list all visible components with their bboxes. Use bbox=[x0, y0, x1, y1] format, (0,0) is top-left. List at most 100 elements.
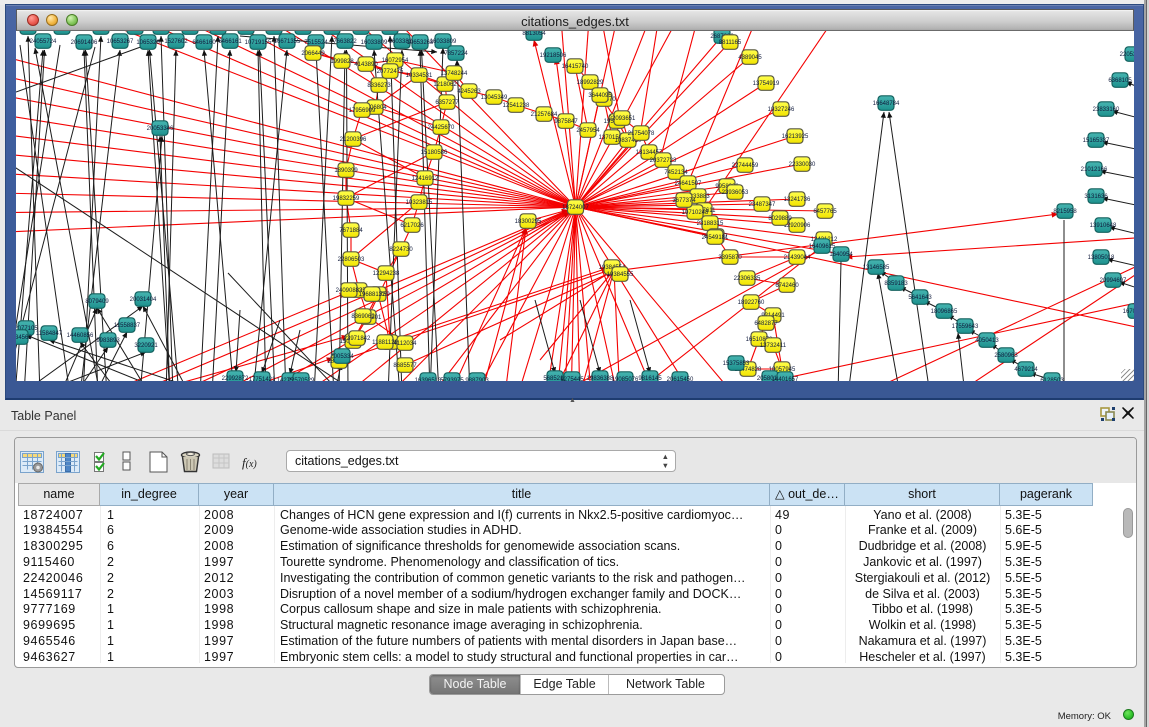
svg-text:20691406: 20691406 bbox=[71, 40, 98, 46]
svg-text:17956909: 17956909 bbox=[349, 108, 376, 114]
svg-text:21012166: 21012166 bbox=[1081, 167, 1108, 173]
svg-text:7857224: 7857224 bbox=[444, 51, 468, 57]
svg-text:14401657: 14401657 bbox=[772, 377, 799, 381]
svg-text:15180586: 15180586 bbox=[421, 150, 448, 156]
svg-text:6466160: 6466160 bbox=[192, 40, 216, 46]
svg-text:8336273: 8336273 bbox=[367, 83, 391, 89]
svg-text:2005334: 2005334 bbox=[330, 354, 354, 360]
svg-text:12416912: 12416912 bbox=[412, 176, 439, 182]
svg-text:9816145: 9816145 bbox=[638, 376, 662, 381]
svg-text:19688132: 19688132 bbox=[359, 292, 386, 298]
svg-text:6482877: 6482877 bbox=[754, 321, 778, 327]
svg-text:8134562: 8134562 bbox=[16, 335, 32, 341]
svg-text:20372723: 20372723 bbox=[650, 158, 677, 164]
svg-text:13146585: 13146585 bbox=[863, 265, 890, 271]
svg-text:2580963: 2580963 bbox=[994, 353, 1018, 359]
svg-text:24055724: 24055724 bbox=[30, 39, 57, 45]
svg-text:2066449: 2066449 bbox=[301, 51, 325, 57]
svg-text:13732411: 13732411 bbox=[760, 343, 787, 349]
svg-text:7515524: 7515524 bbox=[304, 40, 328, 46]
svg-text:19085076: 19085076 bbox=[612, 377, 639, 381]
svg-text:6357277: 6357277 bbox=[435, 100, 459, 106]
svg-text:16705148: 16705148 bbox=[1123, 309, 1134, 315]
svg-text:17559643: 17559643 bbox=[952, 324, 979, 330]
svg-text:13241736: 13241736 bbox=[784, 197, 811, 203]
svg-text:16072954: 16072954 bbox=[382, 58, 409, 64]
svg-text:3677374: 3677374 bbox=[672, 198, 696, 204]
svg-text:24549181: 24549181 bbox=[702, 235, 729, 241]
svg-text:23833160: 23833160 bbox=[1093, 107, 1120, 113]
svg-text:11584847: 11584847 bbox=[36, 331, 63, 337]
svg-text:18922760: 18922760 bbox=[738, 300, 765, 306]
svg-text:21200396: 21200396 bbox=[340, 137, 367, 143]
svg-text:2457954: 2457954 bbox=[576, 128, 600, 134]
svg-text:4143890: 4143890 bbox=[354, 62, 378, 68]
svg-text:13045349: 13045349 bbox=[481, 95, 508, 101]
svg-text:10323815: 10323815 bbox=[406, 200, 433, 206]
svg-text:f(x): f(x) bbox=[242, 455, 257, 470]
svg-text:15375853: 15375853 bbox=[723, 361, 750, 367]
svg-text:20053346: 20053346 bbox=[147, 126, 174, 132]
svg-text:22093651: 22093651 bbox=[609, 116, 636, 122]
svg-text:1640954: 1640954 bbox=[829, 252, 853, 258]
svg-text:16415740: 16415740 bbox=[562, 64, 589, 70]
svg-text:4050413: 4050413 bbox=[975, 338, 999, 344]
svg-text:3644095: 3644095 bbox=[588, 93, 612, 99]
svg-text:20772475: 20772475 bbox=[377, 69, 404, 75]
svg-text:1065326: 1065326 bbox=[136, 40, 160, 46]
svg-text:6457765: 6457765 bbox=[813, 209, 837, 215]
svg-text:17751421: 17751421 bbox=[249, 377, 276, 381]
svg-text:6742460: 6742460 bbox=[775, 283, 799, 289]
svg-text:13910648: 13910648 bbox=[1090, 223, 1117, 229]
svg-text:12294238: 12294238 bbox=[373, 271, 400, 277]
svg-text:1527602: 1527602 bbox=[164, 39, 188, 45]
svg-text:6217026: 6217026 bbox=[400, 223, 424, 229]
svg-text:10327246: 10327246 bbox=[768, 107, 795, 113]
svg-text:16033809: 16033809 bbox=[361, 40, 388, 46]
svg-text:3395870: 3395870 bbox=[718, 255, 742, 261]
svg-text:24425670: 24425670 bbox=[428, 125, 455, 131]
svg-text:22992872: 22992872 bbox=[222, 376, 249, 381]
svg-text:23971842: 23971842 bbox=[344, 336, 371, 342]
svg-text:16033809: 16033809 bbox=[430, 39, 457, 45]
svg-text:8685577: 8685577 bbox=[393, 363, 417, 369]
svg-text:21257684: 21257684 bbox=[531, 112, 558, 118]
svg-text:23487347: 23487347 bbox=[749, 202, 776, 208]
svg-text:16409615: 16409615 bbox=[809, 244, 836, 250]
svg-text:16396513: 16396513 bbox=[415, 378, 442, 381]
svg-text:1999828: 1999828 bbox=[330, 59, 354, 65]
svg-text:20031404: 20031404 bbox=[130, 297, 157, 303]
svg-text:10653267: 10653267 bbox=[107, 39, 134, 45]
svg-text:4679214: 4679214 bbox=[1014, 367, 1038, 373]
svg-text:8813054: 8813054 bbox=[522, 31, 546, 37]
svg-text:7663822: 7663822 bbox=[333, 39, 357, 45]
svg-text:3220921: 3220921 bbox=[134, 343, 158, 349]
svg-text:16671355: 16671355 bbox=[274, 39, 301, 45]
svg-text:18096865: 18096865 bbox=[931, 309, 958, 315]
svg-text:3131636: 3131636 bbox=[1084, 194, 1108, 200]
svg-text:6128503: 6128503 bbox=[1040, 378, 1064, 381]
svg-text:1218062: 1218062 bbox=[433, 82, 457, 88]
svg-text:24641507: 24641507 bbox=[675, 181, 702, 187]
svg-text:19218506: 19218506 bbox=[540, 53, 567, 59]
svg-text:16648784: 16648784 bbox=[873, 101, 900, 107]
svg-text:5641643: 5641643 bbox=[908, 295, 932, 301]
svg-text:13748244: 13748244 bbox=[441, 71, 468, 77]
svg-text:8359183: 8359183 bbox=[884, 281, 908, 287]
svg-text:10719155: 10719155 bbox=[245, 40, 272, 46]
svg-text:22306335: 22306335 bbox=[734, 276, 761, 282]
svg-text:1890399: 1890399 bbox=[334, 168, 358, 174]
svg-text:13754919: 13754919 bbox=[753, 81, 780, 87]
svg-text:14460856: 14460856 bbox=[67, 333, 94, 339]
svg-text:19832259: 19832259 bbox=[333, 196, 360, 202]
svg-text:23188315: 23188315 bbox=[697, 221, 724, 227]
svg-text:10710248: 10710248 bbox=[682, 210, 709, 216]
svg-text:6368105: 6368105 bbox=[1108, 78, 1132, 84]
svg-text:12541238: 12541238 bbox=[503, 103, 530, 109]
svg-text:8215958: 8215958 bbox=[1053, 209, 1077, 215]
svg-text:18300295: 18300295 bbox=[515, 219, 542, 225]
svg-text:22570529: 22570529 bbox=[288, 378, 315, 381]
svg-text:5793975: 5793975 bbox=[440, 378, 464, 381]
svg-text:4389045: 4389045 bbox=[738, 55, 762, 61]
svg-text:18992829: 18992829 bbox=[577, 80, 604, 86]
